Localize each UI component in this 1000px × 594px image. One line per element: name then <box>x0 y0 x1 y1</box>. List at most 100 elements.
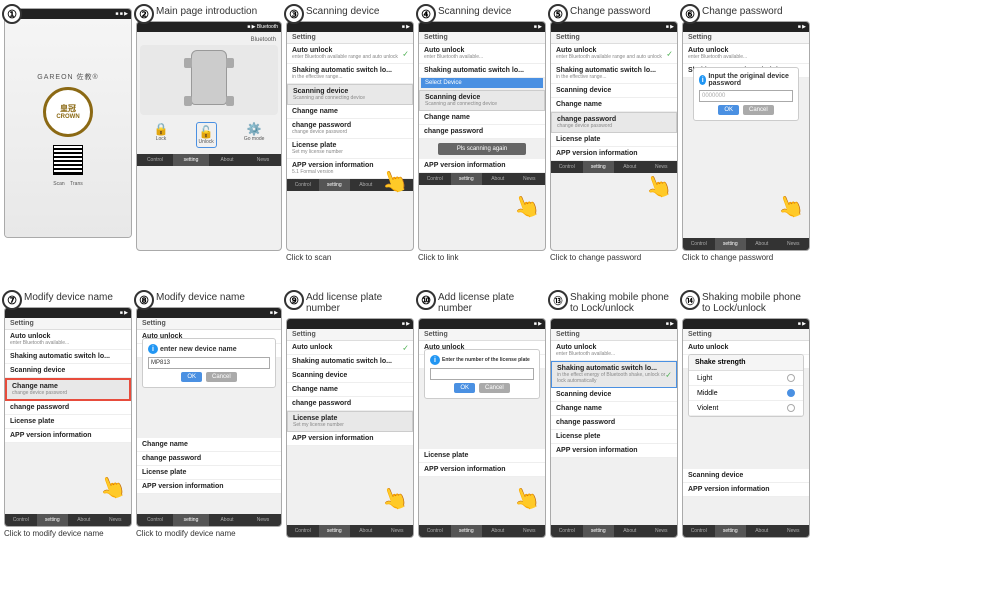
step-3-title: Scanning device <box>306 6 379 17</box>
step-14-tab-news[interactable]: News <box>778 525 810 537</box>
crown-logo-circle: 皇冠 CROWN <box>43 87 93 137</box>
step-7-tab-setting[interactable]: setting <box>37 514 69 526</box>
step-13-title: Shaking mobile phone to Lock/unlock <box>570 292 680 314</box>
step-10-tab-about[interactable]: About <box>482 525 514 537</box>
shake-option-violent[interactable]: Violent <box>689 401 803 416</box>
step-14-number: ⑭ <box>680 290 700 310</box>
step-13-tab-control[interactable]: Control <box>551 525 583 537</box>
scan-again-btn[interactable]: Pls scanning again <box>438 143 526 155</box>
step-8-tab-setting[interactable]: setting <box>173 514 209 526</box>
step-10-tabs: Control setting About News <box>419 525 545 537</box>
step-13-license: License plete <box>551 430 677 444</box>
step-9-tab-control[interactable]: Control <box>287 525 319 537</box>
lock-icon-ctrl[interactable]: 🔒 Lock <box>154 122 169 148</box>
step-10-tab-setting[interactable]: setting <box>451 525 483 537</box>
step-1-number: ① <box>2 4 22 24</box>
step-9-screen: ■ ▶ Setting Auto unlock ✓ Shaking automa… <box>286 318 414 538</box>
step-8-name-dialog: i enter new device name MP813 OK Cancel <box>142 338 276 388</box>
step-6-tab-news[interactable]: News <box>778 238 810 250</box>
step-10-license-input[interactable] <box>430 368 534 380</box>
step-4-header: ④ Scanning device <box>418 6 511 19</box>
crown-screen: GAREON 佐教® 皇冠 CROWN Scan Trans <box>5 19 131 238</box>
step-3-shaking: Shaking automatic switch lo... in the ef… <box>287 64 413 84</box>
step-14-tab-setting[interactable]: setting <box>715 525 747 537</box>
main-page-content: Bluetooth 🔒 <box>137 32 281 154</box>
step-6-header: ⑥ Change password <box>682 6 783 19</box>
step-6-password-dialog: i Input the original device password 000… <box>693 67 799 121</box>
step-6-tab-setting[interactable]: setting <box>715 238 747 250</box>
tab-control[interactable]: Control <box>137 154 173 166</box>
step-8-tab-about[interactable]: About <box>209 514 245 526</box>
step-14-shake-title: Shake strength <box>689 355 803 371</box>
step-5-tab-setting[interactable]: setting <box>583 161 615 173</box>
step-8-tab-control[interactable]: Control <box>137 514 173 526</box>
step-8-cancel-button[interactable]: Cancel <box>206 372 237 382</box>
step-9-tab-about[interactable]: About <box>350 525 382 537</box>
step-3-tab-setting[interactable]: setting <box>319 179 351 191</box>
step-8-dialog-title: i enter new device name <box>148 344 270 354</box>
step-5-tab-control[interactable]: Control <box>551 161 583 173</box>
step-4-tab-setting[interactable]: setting <box>451 173 483 185</box>
step-6-hand-pointer: 👆 <box>773 190 808 224</box>
step-13-tab-news[interactable]: News <box>646 525 678 537</box>
step-7-auto-unlock: Auto unlock enter Bluetooth available... <box>5 330 131 350</box>
step-9-tab-news[interactable]: News <box>382 525 414 537</box>
step-13-setting-header: Setting <box>551 329 677 341</box>
step-5-shaking: Shaking automatic switch lo... in the ef… <box>551 64 677 84</box>
step-10-tab-news[interactable]: News <box>514 525 546 537</box>
step-7-tab-news[interactable]: News <box>100 514 132 526</box>
shake-option-middle[interactable]: Middle <box>689 386 803 401</box>
step-9-number: ⑨ <box>284 290 304 310</box>
step-7-change-pwd: change password <box>5 401 131 415</box>
step-6-cancel-button[interactable]: Cancel <box>743 105 774 115</box>
step-4-caption: Click to link <box>418 253 458 262</box>
step-14-tab-about[interactable]: About <box>746 525 778 537</box>
step-3-tab-control[interactable]: Control <box>287 179 319 191</box>
tab-about[interactable]: About <box>209 154 245 166</box>
step-10-cancel-button[interactable]: Cancel <box>479 383 510 393</box>
step-13-shaking[interactable]: Shaking automatic switch lo... in the ef… <box>551 361 677 388</box>
step-8-name-input[interactable]: MP813 <box>148 357 270 369</box>
step-4-tab-news[interactable]: News <box>514 173 546 185</box>
step-5-screen: ■ ▶ Setting Auto unlock enter Bluetooth … <box>550 21 678 251</box>
step-9-license[interactable]: License plate Set my license number <box>287 411 413 432</box>
step-7-tab-control[interactable]: Control <box>5 514 37 526</box>
settings-icon-ctrl[interactable]: ⚙️ Go mode <box>244 122 265 148</box>
step-2-screen: ■ ▶ Bluetooth Bluetooth <box>136 21 282 251</box>
step-3-scanning[interactable]: Scanning device Scanning and connecting … <box>287 84 413 105</box>
step-6-tab-about[interactable]: About <box>746 238 778 250</box>
step-6-tab-control[interactable]: Control <box>683 238 715 250</box>
step-5-change-pwd[interactable]: change password change device password <box>551 112 677 133</box>
unlock-icon-ctrl[interactable]: 🔓 Unlock <box>196 122 217 148</box>
step-9-tab-setting[interactable]: setting <box>319 525 351 537</box>
step-14-screen: ■ ▶ Setting Auto unlock Shaking automati… <box>682 318 810 538</box>
step-10-wrapper: ⑩ Add license plate number ■ ▶ Setting A… <box>418 292 548 538</box>
step-8-tab-news[interactable]: News <box>245 514 281 526</box>
step-5-number: ⑤ <box>548 4 568 24</box>
step-5-tab-about[interactable]: About <box>614 161 646 173</box>
step-8-ok-button[interactable]: OK <box>181 372 202 382</box>
step-6-password-input[interactable]: 0000000 <box>699 90 793 102</box>
step-4-tab-about[interactable]: About <box>482 173 514 185</box>
step-3-tab-about[interactable]: About <box>350 179 382 191</box>
step-14-header: ⑭ Shaking mobile phone to Lock/unlock <box>682 292 812 316</box>
step-7-tab-about[interactable]: About <box>68 514 100 526</box>
step-6-ok-button[interactable]: OK <box>718 105 739 115</box>
step-9-change-pwd: change password <box>287 397 413 411</box>
step-4-tab-control[interactable]: Control <box>419 173 451 185</box>
step-8-info-icon: i <box>148 344 158 354</box>
step-9-tabs: Control setting About News <box>287 525 413 537</box>
step-14-tab-control[interactable]: Control <box>683 525 715 537</box>
step-7-title: Modify device name <box>24 292 113 303</box>
tab-news[interactable]: News <box>245 154 281 166</box>
selected-device-bar[interactable]: Select Device <box>421 78 543 88</box>
step-13-tab-setting[interactable]: setting <box>583 525 615 537</box>
brand-name: GAREON 佐教® <box>37 72 98 82</box>
step-10-tab-control[interactable]: Control <box>419 525 451 537</box>
step-13-tab-about[interactable]: About <box>614 525 646 537</box>
step-13-number: ⑬ <box>548 290 568 310</box>
shake-option-light[interactable]: Light <box>689 371 803 386</box>
step-7-change-name[interactable]: Change name change device password <box>5 378 131 401</box>
tab-setting[interactable]: setting <box>173 154 209 166</box>
step-10-ok-button[interactable]: OK <box>454 383 475 393</box>
